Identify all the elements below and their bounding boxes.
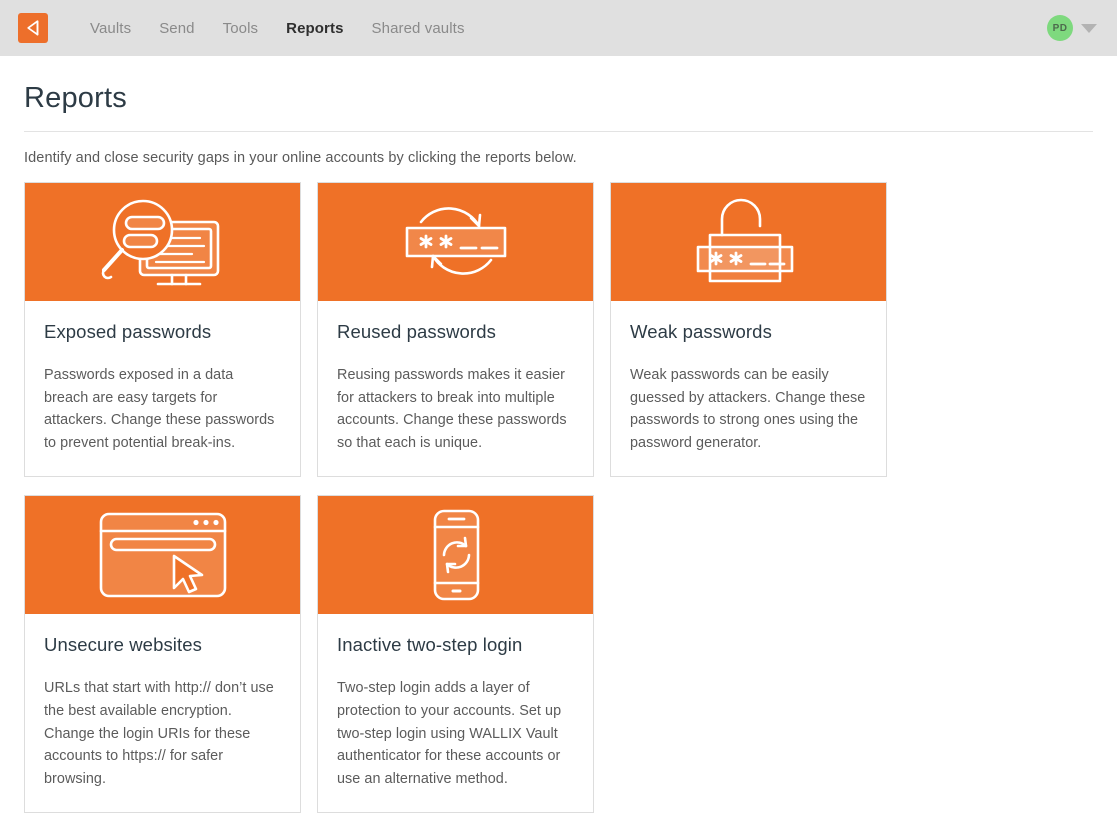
- card-title: Inactive two-step login: [337, 634, 523, 656]
- card-description: Passwords exposed in a data breach are e…: [44, 367, 275, 451]
- nav-link-shared-vaults[interactable]: Shared vaults: [358, 14, 479, 43]
- card-banner: [25, 496, 300, 615]
- card-title: Reused passwords: [337, 321, 496, 342]
- magnifier-monitor-icon: [101, 199, 219, 286]
- card-banner: [25, 183, 300, 301]
- card-body: Inactive two-step login Two-step login a…: [318, 614, 593, 812]
- card-description: Reusing passwords makes it easier for at…: [337, 367, 567, 451]
- card-title: Exposed passwords: [44, 321, 212, 342]
- open-padlock-password-icon: [696, 198, 793, 283]
- password-field-refresh-icon: [405, 207, 506, 275]
- nav-link-tools[interactable]: Tools: [209, 14, 273, 43]
- top-navigation-bar: Vaults Send Tools Reports Shared vaults …: [0, 0, 1117, 56]
- reports-page: Reports Identify and close security gaps…: [0, 56, 1117, 814]
- report-card-exposed-passwords[interactable]: Exposed passwords Passwords exposed in a…: [24, 182, 301, 478]
- report-card-reused-passwords[interactable]: Reused passwords Reusing passwords makes…: [317, 182, 594, 478]
- card-description: Two-step login adds a layer of protectio…: [337, 680, 562, 787]
- card-description: URLs that start with http:// don’t use t…: [44, 680, 274, 787]
- card-title: Weak passwords: [630, 321, 772, 342]
- nav-link-send[interactable]: Send: [145, 14, 208, 43]
- page-subtitle: Identify and close security gaps in your…: [24, 150, 577, 166]
- logo-glyph: [27, 20, 39, 36]
- report-card-inactive-two-step-login[interactable]: Inactive two-step login Two-step login a…: [317, 495, 594, 814]
- card-body: Reused passwords Reusing passwords makes…: [318, 301, 593, 476]
- nav-link-reports[interactable]: Reports: [272, 14, 357, 43]
- card-body: Weak passwords Weak passwords can be eas…: [611, 301, 886, 476]
- report-cards-row-1: Exposed passwords Passwords exposed in a…: [24, 182, 1093, 478]
- avatar[interactable]: PD: [1047, 15, 1073, 41]
- chevron-down-icon[interactable]: [1081, 23, 1097, 33]
- card-banner: [611, 183, 886, 301]
- wallix-logo-icon[interactable]: [18, 13, 48, 43]
- browser-window-cursor-icon: [99, 513, 226, 598]
- card-description: Weak passwords can be easily guessed by …: [630, 367, 866, 451]
- main-nav-links: Vaults Send Tools Reports Shared vaults: [76, 14, 479, 43]
- card-banner: [318, 496, 593, 615]
- row-spacer: [24, 477, 1093, 495]
- report-card-weak-passwords[interactable]: Weak passwords Weak passwords can be eas…: [610, 182, 887, 478]
- phone-sync-icon: [433, 510, 479, 601]
- card-title: Unsecure websites: [44, 634, 202, 656]
- card-body: Unsecure websites URLs that start with h…: [25, 614, 300, 812]
- nav-link-vaults[interactable]: Vaults: [76, 14, 145, 43]
- card-banner: [318, 183, 593, 301]
- card-body: Exposed passwords Passwords exposed in a…: [25, 301, 300, 476]
- report-card-unsecure-websites[interactable]: Unsecure websites URLs that start with h…: [24, 495, 301, 814]
- page-title: Reports: [24, 82, 127, 114]
- report-cards-row-2: Unsecure websites URLs that start with h…: [24, 495, 1093, 814]
- account-area: PD: [1047, 15, 1103, 41]
